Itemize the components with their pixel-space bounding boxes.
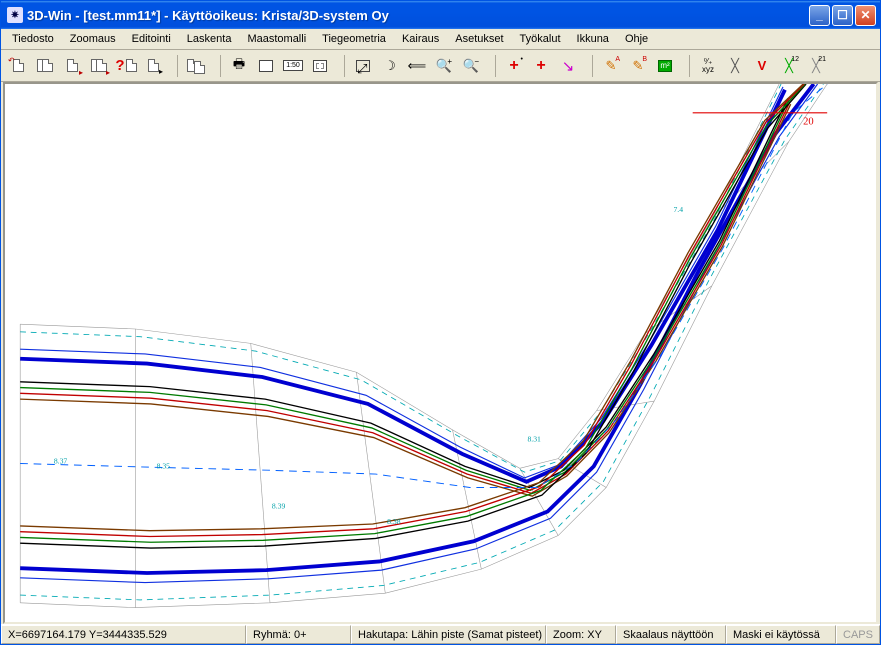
toolbar: ↶ ▸ ▸ ? ▸ 🖶 1:50 ⤢ ☽ ⟸ 🔍+ 🔍− +• + ↘ ✎A ✎…	[1, 50, 880, 82]
zoom-extents-icon[interactable]: ⤢	[350, 53, 376, 79]
menu-laskenta[interactable]: Laskenta	[180, 31, 239, 47]
window-titlebar: ✷ 3D-Win - [test.mm11*] - Käyttöoikeus: …	[1, 1, 880, 29]
add-point-red-icon[interactable]: +•	[501, 53, 527, 79]
maximize-button[interactable]: ☐	[832, 5, 853, 26]
menubar: Tiedosto Zoomaus Editointi Laskenta Maas…	[1, 29, 880, 50]
grid-x-green-icon[interactable]: ╳12	[776, 53, 802, 79]
menu-ikkuna[interactable]: Ikkuna	[570, 31, 616, 47]
menu-maastomalli[interactable]: Maastomalli	[240, 31, 313, 47]
add-point-red-q-icon[interactable]: +	[528, 53, 554, 79]
status-zoom: Zoom: XY	[546, 625, 616, 644]
svg-text:8.31: 8.31	[527, 434, 541, 443]
annotation-20: 20	[803, 116, 814, 127]
tool-generic-2-icon[interactable]	[307, 53, 333, 79]
status-scale: Skaalaus näyttöön	[616, 625, 726, 644]
window-controls: _ ☐ ✕	[809, 5, 876, 26]
measure-b-icon[interactable]: ✎B	[625, 53, 651, 79]
grid-v-red-icon[interactable]: V	[749, 53, 775, 79]
menu-tiegeometria[interactable]: Tiegeometria	[315, 31, 393, 47]
zoom-window-icon[interactable]: ☽	[377, 53, 403, 79]
minimize-button[interactable]: _	[809, 5, 830, 26]
window-title: 3D-Win - [test.mm11*] - Käyttöoikeus: Kr…	[27, 8, 809, 23]
open-multi-file-icon[interactable]	[32, 53, 58, 79]
close-button[interactable]: ✕	[855, 5, 876, 26]
menu-kairaus[interactable]: Kairaus	[395, 31, 446, 47]
svg-text:8.37: 8.37	[54, 456, 68, 465]
menu-editointi[interactable]: Editointi	[125, 31, 178, 47]
view-file-icon[interactable]: ▸	[140, 53, 166, 79]
svg-text:8.39: 8.39	[272, 502, 286, 511]
zoom-in-icon[interactable]: 🔍+	[431, 53, 457, 79]
status-search: Hakutapa: Lähin piste (Samat pisteet)	[351, 625, 546, 644]
add-multi-file-icon[interactable]: ▸	[86, 53, 112, 79]
xyz-icon[interactable]: ⁰⁄₊xyz	[695, 53, 721, 79]
measure-a-icon[interactable]: ✎A	[598, 53, 624, 79]
zoom-out-icon[interactable]: 🔍−	[458, 53, 484, 79]
grid-x-icon[interactable]: ╳	[722, 53, 748, 79]
zoom-prev-icon[interactable]: ⟸	[404, 53, 430, 79]
drawing-canvas[interactable]: 8.37 8.35 8.39 8.38 8.31 7.4 20	[3, 82, 878, 624]
menu-tiedosto[interactable]: Tiedosto	[5, 31, 61, 47]
app-icon: ✷	[7, 7, 23, 23]
svg-text:7.4: 7.4	[673, 205, 683, 214]
print-icon[interactable]: 🖶	[226, 53, 252, 79]
status-caps: CAPS	[836, 625, 880, 644]
svg-text:8.35: 8.35	[157, 461, 171, 470]
menu-asetukset[interactable]: Asetukset	[448, 31, 510, 47]
open-file-icon[interactable]: ↶	[5, 53, 31, 79]
menu-ohje[interactable]: Ohje	[618, 31, 655, 47]
area-green-icon[interactable]: m²	[652, 53, 678, 79]
add-file-icon[interactable]: ▸	[59, 53, 85, 79]
drawing-svg: 8.37 8.35 8.39 8.38 8.31 7.4 20	[5, 84, 876, 622]
copy-icon[interactable]	[183, 53, 209, 79]
tool-generic-icon[interactable]	[253, 53, 279, 79]
help-file-icon[interactable]: ?	[113, 53, 139, 79]
status-mask: Maski ei käytössä	[726, 625, 836, 644]
point-magenta-icon[interactable]: ↘	[555, 53, 581, 79]
menu-zoomaus[interactable]: Zoomaus	[63, 31, 123, 47]
grid-x21-icon[interactable]: ╳21	[803, 53, 829, 79]
status-coords: X=6697164.179 Y=3444335.529	[1, 625, 246, 644]
svg-text:8.38: 8.38	[387, 517, 401, 526]
statusbar: X=6697164.179 Y=3444335.529 Ryhmä: 0+ Ha…	[1, 624, 880, 644]
scale-150-icon[interactable]: 1:50	[280, 53, 306, 79]
road-corridor	[20, 84, 827, 608]
status-group: Ryhmä: 0+	[246, 625, 351, 644]
menu-tyokalut[interactable]: Työkalut	[513, 31, 568, 47]
